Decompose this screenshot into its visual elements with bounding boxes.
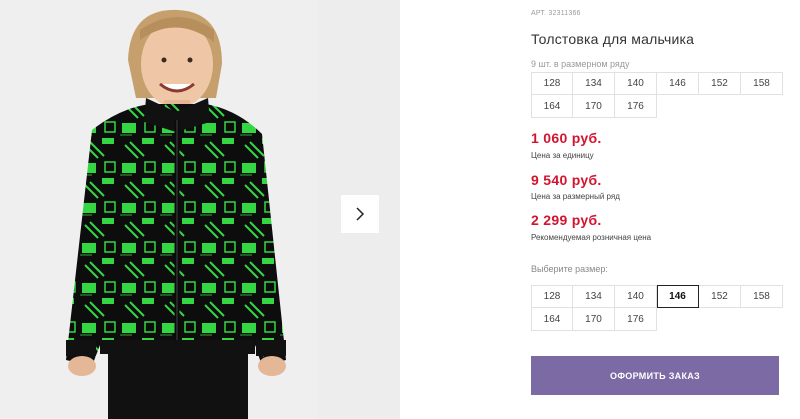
boy-in-fleece-image <box>0 0 318 419</box>
pack-size-cell: 170 <box>573 95 615 118</box>
size-option[interactable]: 134 <box>573 285 615 308</box>
pack-size-cell: 176 <box>615 95 657 118</box>
pack-size-cell: 164 <box>531 95 573 118</box>
pack-price-caption: Цена за размерный ряд <box>531 192 620 201</box>
product-title: Толстовка для мальчика <box>531 31 695 47</box>
pack-size-cell: 152 <box>699 72 741 95</box>
pack-size-cell: 140 <box>615 72 657 95</box>
pack-size-cell: 146 <box>657 72 699 95</box>
chevron-right-icon <box>356 207 365 221</box>
size-option[interactable]: 170 <box>573 308 615 331</box>
product-gallery <box>0 0 400 419</box>
pack-size-note: 9 шт. в размерном ряду <box>531 59 630 69</box>
retail-price: 2 299 руб. <box>531 212 602 228</box>
pack-size-cell: 158 <box>741 72 783 95</box>
size-selector: 128 134 140 146 152 158 164 170 176 <box>531 285 783 331</box>
size-option[interactable]: 152 <box>699 285 741 308</box>
pack-size-grid: 128 134 140 146 152 158 164 170 176 <box>531 72 783 118</box>
pack-price: 9 540 руб. <box>531 172 602 188</box>
retail-price-caption: Рекомендуемая розничная цена <box>531 233 652 242</box>
product-photo[interactable] <box>0 0 318 419</box>
product-sku: АРТ. 32311366 <box>531 10 581 17</box>
size-option[interactable]: 176 <box>615 308 657 331</box>
size-option[interactable]: 164 <box>531 308 573 331</box>
next-image-button[interactable] <box>341 195 379 233</box>
size-option[interactable]: 158 <box>741 285 783 308</box>
size-option-selected[interactable]: 146 <box>657 285 699 308</box>
size-option[interactable]: 128 <box>531 285 573 308</box>
size-option[interactable]: 140 <box>615 285 657 308</box>
unit-price-caption: Цена за единицу <box>531 151 594 160</box>
place-order-button[interactable]: ОФОРМИТЬ ЗАКАЗ <box>531 356 779 395</box>
choose-size-label: Выберите размер: <box>531 264 608 274</box>
unit-price: 1 060 руб. <box>531 130 602 146</box>
pack-size-cell: 128 <box>531 72 573 95</box>
pack-size-cell: 134 <box>573 72 615 95</box>
